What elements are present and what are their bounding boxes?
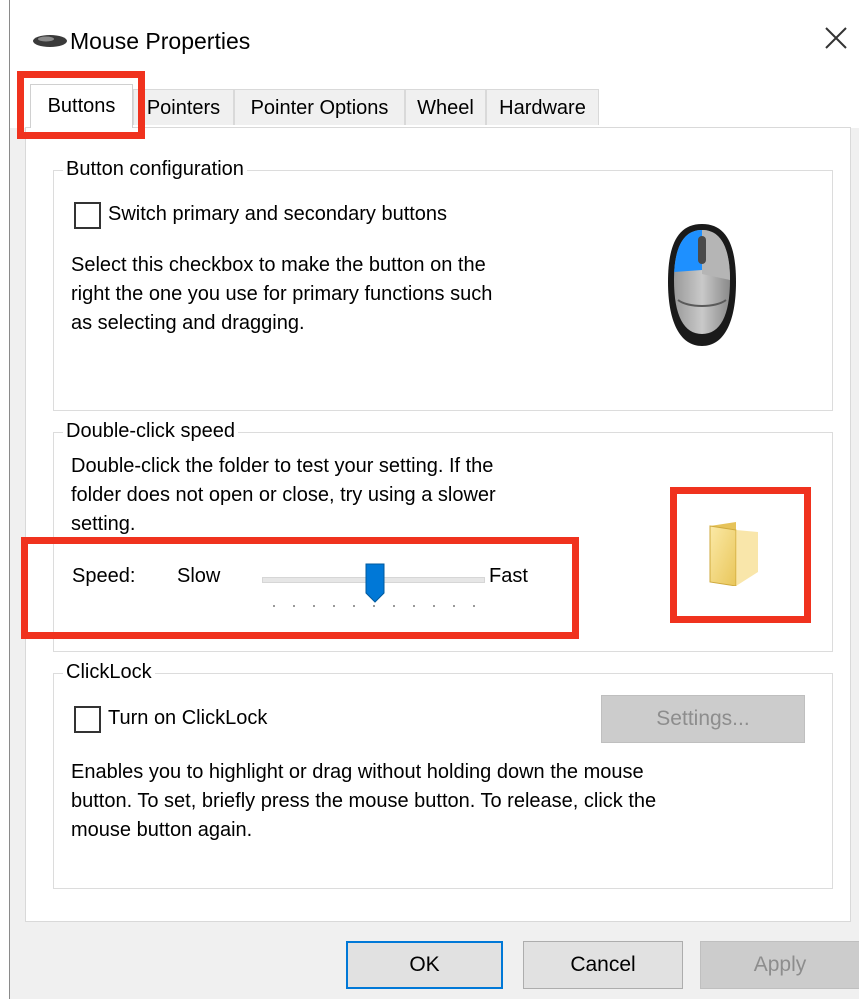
mouse-illustration-icon bbox=[668, 224, 736, 346]
tab-pointer-options[interactable]: Pointer Options bbox=[234, 89, 405, 125]
double-click-speed-legend: Double-click speed bbox=[63, 419, 238, 443]
highlight-speed-slider bbox=[21, 537, 579, 639]
clicklock-description-line-2: button. To set, briefly press the mouse … bbox=[71, 790, 657, 812]
button-configuration-legend: Button configuration bbox=[63, 157, 247, 181]
close-icon bbox=[825, 27, 847, 49]
clicklock-settings-button[interactable]: Settings... bbox=[601, 695, 805, 743]
button-configuration-description-line-3: as selecting and dragging. bbox=[71, 312, 305, 334]
double-click-description-line-2: folder does not open or close, try using… bbox=[71, 484, 496, 506]
switch-buttons-label[interactable]: Switch primary and secondary buttons bbox=[108, 200, 447, 229]
cancel-button[interactable]: Cancel bbox=[523, 941, 683, 989]
double-click-description-line-3: setting. bbox=[71, 513, 136, 535]
switch-buttons-checkbox[interactable] bbox=[74, 202, 101, 229]
window-title: Mouse Properties bbox=[70, 28, 251, 54]
button-configuration-description-line-1: Select this checkbox to make the button … bbox=[71, 254, 486, 276]
double-click-description-line-1: Double-click the folder to test your set… bbox=[71, 455, 494, 477]
clicklock-description-line-3: mouse button again. bbox=[71, 819, 253, 841]
ok-button[interactable]: OK bbox=[346, 941, 503, 989]
clicklock-legend: ClickLock bbox=[63, 660, 155, 684]
tab-wheel[interactable]: Wheel bbox=[405, 89, 486, 125]
tab-pointers[interactable]: Pointers bbox=[133, 89, 234, 125]
button-configuration-description-line-2: right the one you use for primary functi… bbox=[71, 283, 493, 305]
tab-hardware[interactable]: Hardware bbox=[486, 89, 599, 125]
tab-buttons[interactable]: Buttons bbox=[30, 84, 133, 128]
clicklock-checkbox[interactable] bbox=[74, 706, 101, 733]
clicklock-checkbox-label[interactable]: Turn on ClickLock bbox=[108, 704, 267, 733]
mouse-properties-window: Mouse Properties Buttons Pointers Pointe… bbox=[9, 0, 859, 999]
apply-button[interactable]: Apply bbox=[700, 941, 859, 989]
clicklock-description-line-1: Enables you to highlight or drag without… bbox=[71, 761, 644, 783]
mouse-title-icon bbox=[33, 35, 67, 47]
highlight-folder bbox=[670, 487, 811, 623]
close-button[interactable] bbox=[812, 14, 859, 62]
